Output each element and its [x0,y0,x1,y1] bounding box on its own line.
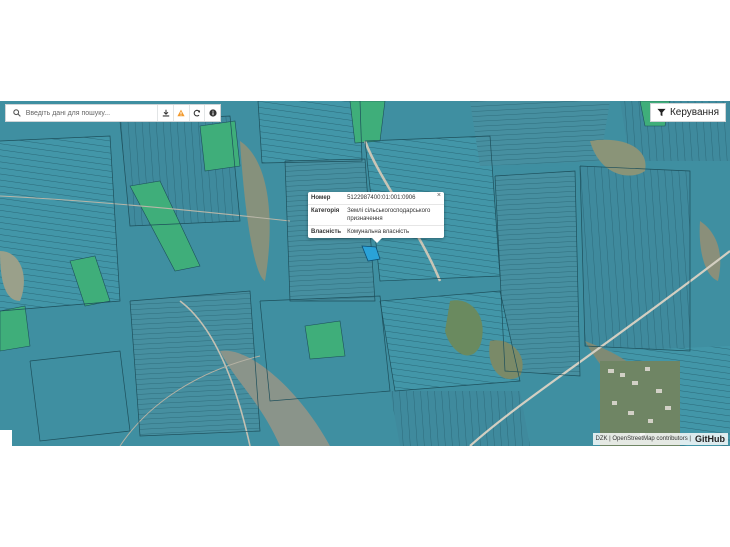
warning-button[interactable] [172,105,189,121]
row-value: 5122987400:01:001:0906 [347,195,416,201]
table-row: Категорія Землі сільськогосподарського п… [308,204,444,226]
row-value: Землі сільськогосподарського призначення [344,204,444,226]
download-icon [162,109,169,117]
parcel-info-table: Номер 5122987400:01:001:0906 Категорія З… [308,192,444,238]
attribution-text[interactable]: DZK | OpenStreetMap contributors | [596,436,692,442]
map-corner [0,430,12,446]
row-key: Власність [308,225,345,238]
github-link[interactable]: GitHub [695,434,725,444]
manage-button-label: Керування [669,107,719,118]
cadastral-map-layer[interactable] [0,101,730,446]
table-row: Номер 5122987400:01:001:0906 [308,192,444,205]
row-value: Комунальна власність [344,225,444,238]
info-button[interactable] [204,105,220,121]
filter-icon [657,108,666,117]
search-icon [10,105,24,121]
download-button[interactable] [157,105,173,121]
row-key: Категорія [308,204,345,226]
parcel-info-popup: × Номер 5122987400:01:001:0906 Категорія… [308,192,444,243]
map-view[interactable] [0,101,730,446]
manage-button[interactable]: Керування [649,103,726,122]
map-attribution: DZK | OpenStreetMap contributors | GitHu… [592,433,728,445]
refresh-button[interactable] [188,105,205,121]
close-icon[interactable]: × [437,192,441,199]
popup-tip [372,238,382,243]
refresh-icon [193,109,201,117]
warning-icon [177,109,185,117]
row-key: Номер [311,195,331,201]
info-icon [209,109,217,117]
search-input[interactable] [23,109,158,117]
search-bar [5,104,221,122]
table-row: Власність Комунальна власність [308,225,444,238]
